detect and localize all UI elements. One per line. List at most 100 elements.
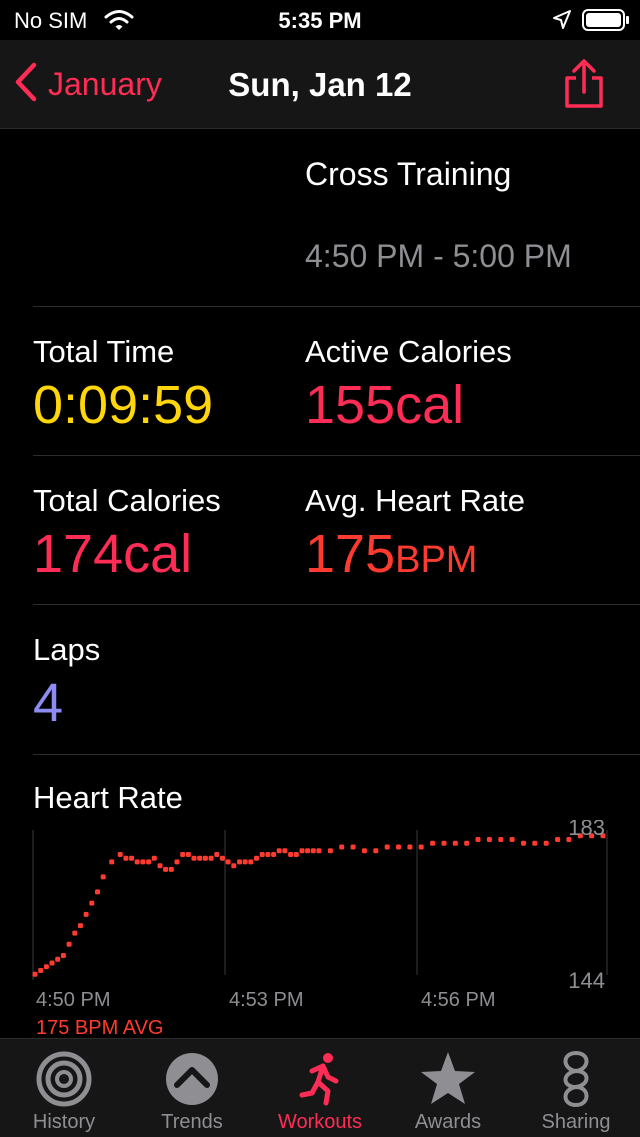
heart-rate-point [197, 855, 203, 861]
heart-rate-point [151, 855, 157, 861]
heart-rate-point [237, 859, 242, 865]
heart-rate-point [543, 840, 549, 846]
heart-rate-points [32, 833, 606, 977]
x-tick-label: 4:53 PM [229, 989, 303, 1011]
x-tick-label: 4:50 PM [36, 989, 110, 1011]
heart-rate-point [134, 859, 140, 865]
heart-rate-point [180, 852, 186, 857]
heart-rate-chart-svg: 183 144 4:50 PM 4:53 PM 4:56 PM 175 BPM … [32, 815, 608, 1039]
heart-rate-point [55, 956, 61, 962]
heart-rate-point [464, 840, 470, 846]
heart-rate-point [293, 852, 299, 857]
tab-workouts[interactable]: Workouts [256, 1039, 384, 1137]
heart-rate-point [361, 848, 367, 854]
heart-rate-point [282, 848, 288, 854]
tab-awards-label: Awards [414, 1111, 482, 1133]
trends-icon [162, 1049, 222, 1109]
divider [33, 754, 640, 755]
heart-rate-point [396, 844, 401, 850]
heart-rate-point [532, 840, 538, 846]
divider [33, 455, 640, 456]
laps-label: Laps [33, 632, 101, 667]
heart-rate-point [168, 866, 174, 872]
heart-rate-point [146, 859, 152, 865]
laps-value: 4 [33, 673, 64, 733]
heart-rate-point [95, 889, 100, 895]
heart-rate-point [452, 840, 458, 846]
active-calories-value: 155cal [305, 375, 465, 435]
divider [33, 604, 640, 605]
heart-rate-point [89, 900, 95, 906]
heart-rate-point [109, 859, 115, 865]
total-calories-label: Total Calories [33, 483, 221, 518]
y-tick-label-min: 144 [568, 968, 605, 993]
heart-rate-point [49, 960, 55, 966]
tab-bar: History Trends Workouts Awards Sharing [0, 1038, 640, 1137]
heart-rate-point [276, 848, 282, 854]
avg-heart-rate-unit: BPM [395, 539, 478, 581]
total-time-label: Total Time [33, 334, 175, 369]
share-icon [562, 59, 606, 114]
heart-rate-point [191, 855, 197, 861]
avg-heart-rate-number: 175 [305, 524, 396, 584]
heart-rate-point [509, 837, 515, 842]
active-calories-label: Active Calories [305, 334, 512, 369]
heart-rate-point [407, 844, 413, 850]
tab-history[interactable]: History [0, 1039, 128, 1137]
heart-rate-point [242, 859, 248, 865]
heart-rate-point [163, 866, 169, 872]
heart-rate-point [123, 855, 129, 861]
tab-trends[interactable]: Trends [128, 1039, 256, 1137]
heart-rate-point [327, 848, 333, 854]
tab-workouts-label: Workouts [277, 1111, 363, 1133]
heart-rate-chart: 183 144 4:50 PM 4:53 PM 4:56 PM 175 BPM … [0, 815, 640, 1040]
heart-rate-point [418, 844, 424, 850]
status-bar: No SIM 5:35 PM [0, 0, 640, 40]
heart-rate-point [117, 852, 123, 857]
heart-rate-point [219, 855, 225, 861]
total-time-value: 0:09:59 [33, 375, 214, 435]
location-arrow-icon [552, 9, 572, 37]
share-button[interactable] [562, 58, 606, 115]
heart-rate-point [72, 930, 78, 936]
tab-sharing-label: Sharing [541, 1111, 611, 1133]
heart-rate-point [202, 855, 208, 861]
tab-trends-label: Trends [161, 1111, 223, 1133]
heart-rate-point [60, 953, 66, 958]
avg-heart-rate-label: Avg. Heart Rate [305, 483, 525, 518]
heart-rate-point [259, 852, 265, 857]
heart-rate-point [83, 911, 89, 917]
heart-rate-point [305, 848, 311, 854]
sharing-icon [546, 1049, 606, 1109]
heart-rate-point [271, 852, 277, 857]
heart-rate-point [100, 874, 106, 880]
x-tick-label: 4:56 PM [421, 989, 495, 1011]
heart-rate-point [208, 855, 214, 861]
avg-heart-rate-value: 175BPM [305, 527, 477, 581]
tab-history-label: History [32, 1111, 96, 1133]
heart-rate-point [430, 840, 436, 846]
heart-rate-point [555, 837, 561, 842]
heart-rate-point [521, 840, 526, 846]
tab-awards[interactable]: Awards [384, 1039, 512, 1137]
heart-rate-point [373, 848, 379, 854]
heart-rate-point [441, 840, 447, 846]
battery-icon [582, 9, 630, 37]
total-calories-value: 174cal [33, 524, 193, 584]
heart-rate-point [77, 923, 83, 929]
history-icon [34, 1049, 94, 1109]
workout-time-range: 4:50 PM - 5:00 PM [305, 238, 572, 274]
heart-rate-point [140, 859, 146, 865]
tab-sharing[interactable]: Sharing [512, 1039, 640, 1137]
heart-rate-point [339, 844, 345, 850]
heart-rate-point [288, 852, 294, 857]
heart-rate-point [265, 852, 271, 857]
heart-rate-point [475, 837, 481, 842]
heart-rate-point [350, 844, 356, 850]
heart-rate-point [299, 848, 305, 854]
workout-type: Cross Training [305, 156, 512, 192]
page-title: Sun, Jan 12 [228, 66, 412, 103]
heart-rate-point [316, 848, 322, 854]
heart-rate-title: Heart Rate [33, 780, 183, 815]
navigation-bar: January Sun, Jan 12 [0, 40, 640, 129]
